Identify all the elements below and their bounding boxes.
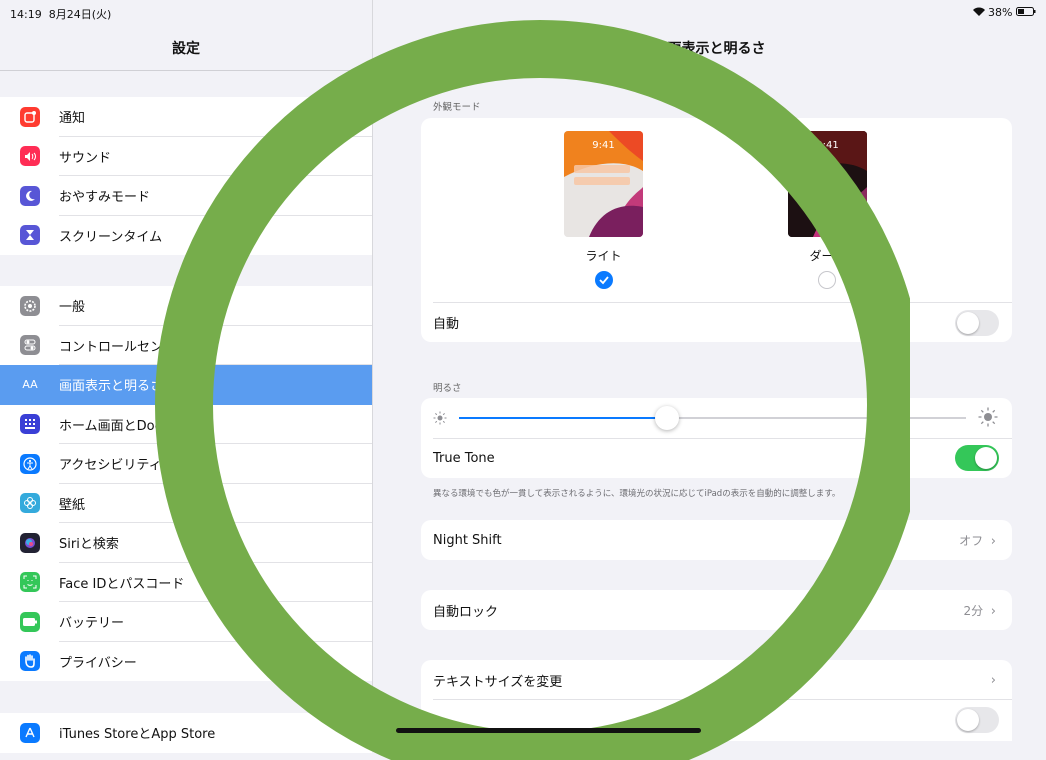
light-preview-time: 9:41 <box>592 140 615 151</box>
brightness-section-label: 明るさ <box>433 383 462 394</box>
chevron-right-icon: › <box>990 533 996 549</box>
flower-icon <box>20 493 40 514</box>
chevron-right-icon: › <box>990 603 996 619</box>
light-mode-checkmark[interactable] <box>595 271 613 289</box>
sidebar-item-siri-search[interactable]: Siriと検索 <box>0 523 372 563</box>
sidebar-item-label: プライバシー <box>59 655 137 671</box>
speaker-icon <box>20 146 40 167</box>
sidebar-group-3: iTunes StoreとApp Store <box>0 713 372 753</box>
siri-icon <box>20 532 40 553</box>
true-tone-label: True Tone <box>433 450 495 466</box>
accessibility-icon <box>20 453 40 474</box>
sidebar-item-display-brightness[interactable]: AA 画面表示と明るさ <box>0 365 372 405</box>
true-tone-toggle[interactable] <box>955 445 999 471</box>
sidebar-item-screen-time[interactable]: スクリーンタイム <box>0 216 372 256</box>
bold-text-toggle[interactable] <box>955 707 999 733</box>
appearance-card: 9:41 ライト 9:41 ダーク 自動 <box>421 118 1012 342</box>
hand-icon <box>20 651 40 672</box>
sidebar-item-label: コントロールセンター <box>59 339 190 355</box>
true-tone-row: True Tone <box>421 438 1012 478</box>
auto-appearance-row: 自動 <box>421 303 1012 342</box>
sidebar: 14:19 8月24日(火) 設定 通知 サウンド おやすみモード スクリーンタ… <box>0 0 373 753</box>
sidebar-item-label: アクセシビリティ <box>59 458 162 474</box>
sidebar-item-label: スクリーンタイム <box>59 229 163 245</box>
auto-lock-card: 自動ロック 2分 › <box>421 590 1012 630</box>
dark-mode-label: ダーク <box>809 249 846 263</box>
status-battery-icon <box>1016 6 1036 19</box>
sidebar-item-label: 一般 <box>59 300 86 316</box>
bold-text-row <box>421 700 1012 740</box>
sidebar-item-battery[interactable]: バッテリー <box>0 602 372 642</box>
battery-icon <box>20 611 40 632</box>
sidebar-item-label: バッテリー <box>59 616 125 632</box>
sidebar-item-label: 通知 <box>59 111 86 127</box>
sidebar-item-privacy[interactable]: プライバシー <box>0 642 372 682</box>
sidebar-item-sounds[interactable]: サウンド <box>0 137 372 176</box>
sidebar-group-1: 通知 サウンド おやすみモード スクリーンタイム <box>0 97 372 255</box>
sidebar-item-general[interactable]: 一般 <box>0 286 372 326</box>
sun-large-icon <box>978 407 998 431</box>
home-indicator <box>396 728 701 733</box>
brightness-card: True Tone <box>421 398 1012 478</box>
text-size-icon: AA <box>22 378 38 392</box>
switches-icon <box>20 335 40 356</box>
hourglass-icon <box>20 225 40 246</box>
sidebar-item-app-store[interactable]: iTunes StoreとApp Store <box>0 713 372 753</box>
face-id-icon <box>20 572 40 593</box>
header-divider <box>0 70 372 71</box>
sidebar-item-label: 壁紙 <box>59 497 86 513</box>
sidebar-item-do-not-disturb[interactable]: おやすみモード <box>0 176 372 216</box>
auto-lock-label: 自動ロック <box>433 604 499 620</box>
app-store-icon <box>20 722 40 743</box>
sidebar-item-home-screen-dock[interactable]: ホーム画面とDock <box>0 405 372 444</box>
auto-appearance-toggle[interactable] <box>955 309 999 336</box>
brightness-slider[interactable] <box>459 406 966 430</box>
wifi-icon <box>972 6 989 19</box>
sidebar-item-notifications[interactable]: 通知 <box>0 97 372 137</box>
dark-preview-time: 9:41 <box>816 140 839 151</box>
page-title: 画面表示と明るさ <box>653 41 766 57</box>
auto-lock-value: 2分 › <box>963 603 996 619</box>
night-shift-value: オフ › <box>959 533 996 549</box>
grid-icon <box>20 414 40 435</box>
sidebar-item-label: おやすみモード <box>59 190 151 206</box>
night-shift-label: Night Shift <box>433 532 502 548</box>
status-right: 38% <box>972 6 1036 19</box>
dark-mode-preview[interactable]: 9:41 <box>788 131 867 237</box>
gear-icon <box>20 295 40 316</box>
sidebar-item-label: サウンド <box>59 150 112 166</box>
sidebar-item-wallpaper[interactable]: 壁紙 <box>0 484 372 523</box>
sidebar-item-label: Siriと検索 <box>59 537 119 553</box>
bell-icon <box>20 106 40 127</box>
sidebar-title: 設定 <box>172 41 200 57</box>
text-size-label: テキストサイズを変更 <box>433 674 563 690</box>
sidebar-item-label: iTunes StoreとApp Store <box>59 727 216 743</box>
night-shift-card: Night Shift オフ › <box>421 520 1012 560</box>
auto-appearance-label: 自動 <box>433 317 460 332</box>
sidebar-item-label: ホーム画面とDock <box>59 418 170 434</box>
chevron-right-icon: › <box>990 672 996 688</box>
true-tone-footnote: 異なる環境でも色が一貫して表示されるように、環境光の状況に応じてiPadの表示を… <box>433 489 841 499</box>
light-mode-label: ライト <box>585 249 622 263</box>
night-shift-row[interactable]: Night Shift オフ › <box>421 520 1012 560</box>
status-time: 14:19 8月24日(火) <box>10 8 112 21</box>
sun-small-icon <box>433 410 447 429</box>
brightness-slider-knob[interactable] <box>654 406 679 430</box>
sidebar-item-control-center[interactable]: コントロールセンター <box>0 326 372 365</box>
light-mode-preview[interactable]: 9:41 <box>564 131 643 237</box>
sidebar-item-label: 画面表示と明るさ <box>59 379 164 395</box>
sidebar-group-2: 一般 コントロールセンター AA 画面表示と明るさ ホーム画面とDock アクセ… <box>0 286 372 681</box>
sidebar-item-label: Face IDとパスコード <box>59 576 185 592</box>
text-size-row[interactable]: テキストサイズを変更 › <box>421 660 1012 700</box>
moon-icon <box>20 185 40 206</box>
auto-lock-row[interactable]: 自動ロック 2分 › <box>421 590 1012 630</box>
dark-mode-radio[interactable] <box>818 271 836 289</box>
appearance-section-label: 外観モード <box>433 102 481 113</box>
sidebar-item-accessibility[interactable]: アクセシビリティ <box>0 444 372 484</box>
brightness-slider-fill <box>459 417 667 419</box>
sidebar-item-face-id[interactable]: Face IDとパスコード <box>0 563 372 602</box>
